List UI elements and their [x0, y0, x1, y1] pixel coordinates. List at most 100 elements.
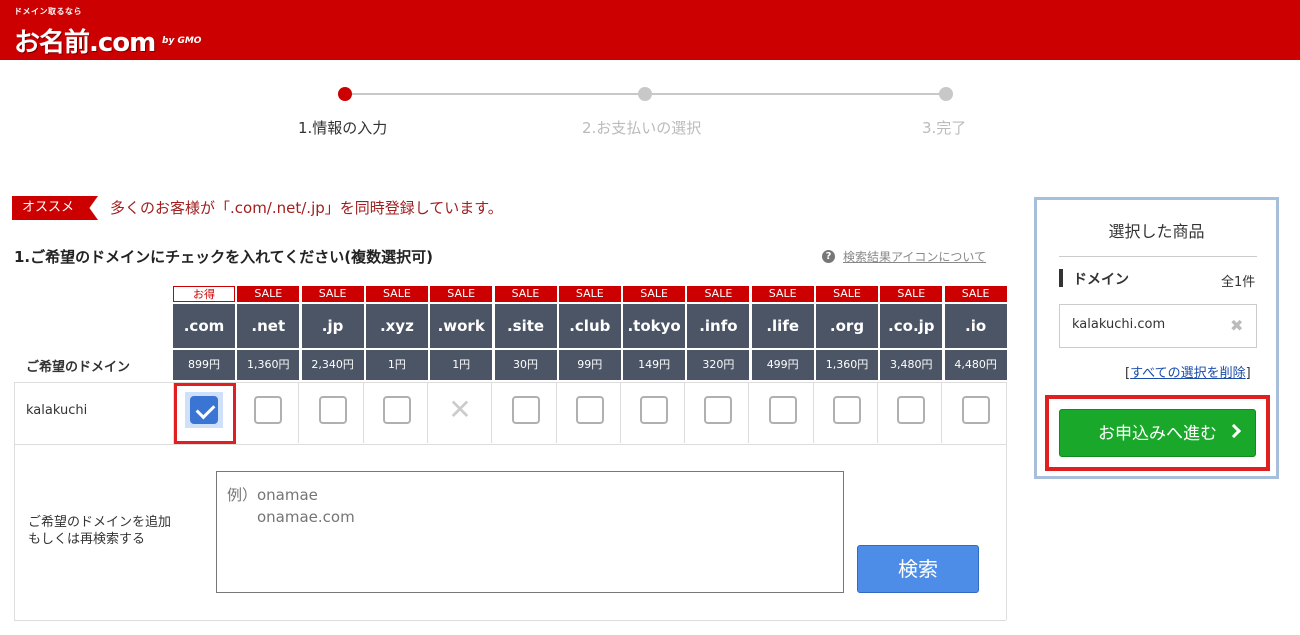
tld-name: .site — [494, 304, 557, 348]
tld-name: .io — [944, 304, 1007, 348]
tld-name: .net — [237, 304, 300, 348]
tld-name: .life — [751, 304, 814, 348]
cart-separator — [1059, 256, 1257, 257]
proceed-label: お申込みへ進む — [1098, 424, 1217, 443]
proceed-button[interactable]: お申込みへ進む — [1059, 409, 1256, 457]
tld-price: 499円 — [751, 350, 814, 380]
domain-search-input[interactable] — [216, 471, 844, 593]
tld-cell — [302, 383, 364, 443]
tld-checkbox[interactable] — [833, 396, 861, 424]
tld-checkbox[interactable] — [704, 396, 733, 424]
selected-items-panel: 選択した商品 ドメイン 全1件 kalakuchi.com ✖ [すべての選択を… — [1034, 197, 1279, 479]
tld-cell — [495, 383, 557, 443]
recommend-tag: オススメ — [12, 196, 98, 220]
tld-name: .work — [430, 304, 493, 348]
tld-badge: SALE — [430, 286, 493, 302]
cart-item: kalakuchi.com ✖ — [1059, 304, 1257, 348]
clear-selection: [すべての選択を削除] — [1125, 362, 1251, 381]
tld-badge: お得 — [173, 286, 235, 302]
tld-cell — [366, 383, 428, 443]
tld-cell — [623, 383, 686, 443]
unavailable-icon: ✕ — [448, 393, 472, 426]
tld-name: .xyz — [365, 304, 428, 348]
tld-checkbox[interactable] — [318, 396, 347, 424]
tld-name: .org — [816, 304, 878, 348]
row-border — [14, 382, 15, 620]
highlight-com-checkbox — [174, 383, 236, 444]
tld-badge: SALE — [558, 286, 621, 302]
tld-price: 1円 — [365, 350, 428, 380]
tld-badge: SALE — [623, 286, 686, 302]
domain-column-header: ご希望のドメイン — [26, 360, 131, 375]
tld-checkbox[interactable] — [897, 396, 926, 424]
logo-gmo: by GMO — [162, 36, 202, 46]
chevron-right-icon — [1226, 423, 1242, 439]
tld-checkbox[interactable] — [640, 396, 669, 424]
tld-cell — [752, 383, 814, 443]
tld-badge: SALE — [880, 286, 943, 302]
tld-badge: SALE — [816, 286, 878, 302]
tld-price: 320円 — [687, 350, 750, 380]
tld-price: 1,360円 — [816, 350, 878, 380]
tld-name: .jp — [301, 304, 364, 348]
cart-subtitle-bar — [1059, 269, 1063, 287]
tld-cell: ✕ — [430, 383, 493, 443]
clear-all-link[interactable]: すべての選択を削除 — [1130, 366, 1246, 381]
step-dot-3 — [939, 87, 953, 101]
tld-checkbox[interactable] — [575, 396, 604, 424]
tld-checkbox[interactable] — [768, 396, 797, 424]
tld-badge: SALE — [237, 286, 300, 302]
row-border — [14, 444, 1006, 445]
help-icon[interactable]: ? — [822, 250, 835, 263]
search-button[interactable]: 検索 — [857, 545, 979, 593]
tld-cell — [816, 383, 878, 443]
tld-badge: SALE — [494, 286, 557, 302]
step-label-3: 3.完了 — [922, 119, 967, 137]
tld-checkbox[interactable] — [961, 396, 990, 424]
tld-cell — [237, 383, 300, 443]
tld-price: 899円 — [173, 350, 235, 380]
domain-row-name: kalakuchi — [26, 403, 88, 418]
cart-item-name: kalakuchi.com — [1072, 317, 1166, 332]
cart-count: 全1件 — [1221, 275, 1256, 290]
tld-price: 2,340円 — [301, 350, 364, 380]
remove-icon[interactable]: ✖ — [1230, 316, 1243, 335]
tld-badge: SALE — [301, 286, 364, 302]
site-header: ドメイン取るなら お名前.com by GMO — [0, 0, 1300, 60]
tld-cell — [559, 383, 621, 443]
tld-badge: SALE — [751, 286, 814, 302]
tld-checkbox[interactable] — [382, 396, 411, 424]
cart-subtitle: ドメイン — [1073, 272, 1129, 288]
tld-price: 1,360円 — [237, 350, 300, 380]
search-result-icon-help-link[interactable]: 検索結果アイコンについて — [843, 248, 986, 265]
bracket-close: ] — [1245, 366, 1251, 381]
tld-name: .co.jp — [880, 304, 943, 348]
onamae-logo[interactable]: ドメイン取るなら お名前.com by GMO — [14, 6, 204, 58]
tld-checkbox[interactable] — [511, 396, 540, 424]
tld-cell — [880, 383, 943, 443]
tld-price: 149円 — [623, 350, 686, 380]
tld-price: 99円 — [558, 350, 621, 380]
cart-title: 選択した商品 — [1108, 222, 1205, 241]
tld-badge: SALE — [365, 286, 428, 302]
tld-badge: SALE — [687, 286, 750, 302]
logo-tagline: ドメイン取るなら — [14, 7, 82, 16]
add-search-label: ご希望のドメインを追加 もしくは再検索する — [28, 515, 172, 547]
logo-wordmark: お名前.com — [14, 28, 156, 58]
step-label-2: 2.お支払いの選択 — [582, 119, 702, 137]
step-dot-1 — [338, 87, 352, 101]
tld-price: 30円 — [494, 350, 557, 380]
tld-price: 4,480円 — [944, 350, 1007, 380]
tld-price: 3,480円 — [880, 350, 943, 380]
tld-price: 1円 — [430, 350, 493, 380]
tld-checkbox[interactable] — [254, 396, 283, 424]
step-label-1: 1.情報の入力 — [298, 119, 388, 137]
step-connector — [352, 93, 638, 95]
step-dot-2 — [638, 87, 652, 101]
row-border — [14, 620, 1006, 621]
tld-name: .com — [173, 304, 235, 348]
highlight-proceed-button: お申込みへ進む — [1045, 395, 1270, 471]
tld-cell — [687, 383, 750, 443]
tld-name: .tokyo — [623, 304, 686, 348]
tld-name: .club — [558, 304, 621, 348]
